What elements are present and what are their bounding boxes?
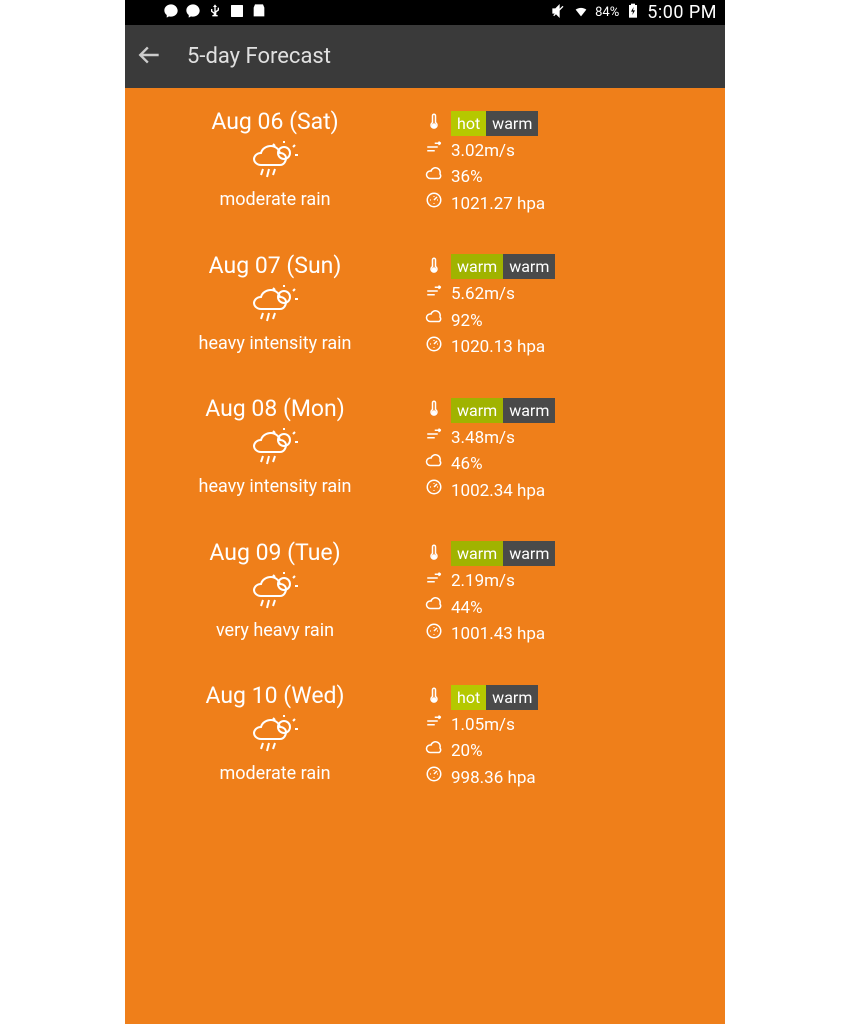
messenger-icon bbox=[163, 3, 179, 23]
temp-high-badge: warm bbox=[451, 254, 503, 279]
temp-low-badge: warm bbox=[503, 541, 555, 566]
pressure-icon bbox=[425, 335, 443, 362]
forecast-list: Aug 06 (Sat) moderate rain hotwarm 3.02m… bbox=[125, 88, 725, 816]
thermometer-icon bbox=[425, 684, 443, 710]
pressure-value: 998.36 hpa bbox=[451, 766, 536, 792]
pressure-icon bbox=[425, 191, 443, 218]
forecast-row: Aug 07 (Sun) heavy intensity rain warmwa… bbox=[125, 242, 725, 386]
temp-badges: warmwarm bbox=[451, 254, 555, 279]
thermometer-icon bbox=[425, 397, 443, 423]
pressure-value: 1021.27 hpa bbox=[451, 192, 545, 218]
thermometer-icon bbox=[425, 110, 443, 136]
wind-value: 3.48m/s bbox=[451, 426, 515, 452]
temp-badges: hotwarm bbox=[451, 111, 538, 136]
cloud-value: 92% bbox=[451, 309, 483, 335]
temp-high-badge: hot bbox=[451, 111, 486, 136]
cloud-value: 44% bbox=[451, 596, 483, 622]
page-title: 5-day Forecast bbox=[187, 44, 331, 69]
pressure-value: 1020.13 hpa bbox=[451, 335, 545, 361]
wifi-icon bbox=[573, 3, 589, 23]
wind-icon bbox=[425, 569, 443, 596]
app-bar: 5-day Forecast bbox=[125, 25, 725, 88]
rain-sun-icon bbox=[251, 428, 299, 472]
wind-icon bbox=[425, 138, 443, 165]
temp-high-badge: hot bbox=[451, 685, 486, 710]
wind-value: 2.19m/s bbox=[451, 569, 515, 595]
rain-sun-icon bbox=[251, 572, 299, 616]
rain-sun-icon bbox=[251, 285, 299, 329]
temp-high-badge: warm bbox=[451, 398, 503, 423]
cloud-icon bbox=[425, 739, 443, 766]
thermometer-icon bbox=[425, 254, 443, 280]
store-icon bbox=[251, 3, 267, 23]
cloud-icon bbox=[425, 595, 443, 622]
forecast-condition: moderate rain bbox=[219, 189, 330, 210]
forecast-date: Aug 07 (Sun) bbox=[209, 252, 342, 279]
wind-icon bbox=[425, 282, 443, 309]
messenger-icon bbox=[185, 3, 201, 23]
thermometer-icon bbox=[425, 541, 443, 567]
temp-low-badge: warm bbox=[486, 111, 538, 136]
wind-icon bbox=[425, 712, 443, 739]
temp-low-badge: warm bbox=[503, 398, 555, 423]
forecast-row: Aug 06 (Sat) moderate rain hotwarm 3.02m… bbox=[125, 98, 725, 242]
temp-low-badge: warm bbox=[503, 254, 555, 279]
picture-icon bbox=[229, 3, 245, 23]
wind-value: 3.02m/s bbox=[451, 139, 515, 165]
forecast-date: Aug 08 (Mon) bbox=[205, 395, 345, 422]
clock-text: 5:00 PM bbox=[647, 2, 717, 23]
pressure-icon bbox=[425, 765, 443, 792]
forecast-row: Aug 08 (Mon) heavy intensity rain warmwa… bbox=[125, 385, 725, 529]
cloud-value: 46% bbox=[451, 452, 483, 478]
back-button[interactable] bbox=[137, 42, 163, 72]
wind-icon bbox=[425, 425, 443, 452]
temp-badges: warmwarm bbox=[451, 541, 555, 566]
forecast-condition: heavy intensity rain bbox=[199, 333, 352, 354]
device-frame: 84% 5:00 PM 5-day Forecast Aug 06 (Sat) … bbox=[125, 0, 725, 1024]
battery-icon bbox=[625, 3, 641, 23]
status-bar: 84% 5:00 PM bbox=[125, 0, 725, 25]
wind-value: 1.05m/s bbox=[451, 713, 515, 739]
pressure-icon bbox=[425, 478, 443, 505]
forecast-date: Aug 09 (Tue) bbox=[209, 539, 340, 566]
usb-icon bbox=[207, 3, 223, 23]
cloud-icon bbox=[425, 165, 443, 192]
rain-sun-icon bbox=[251, 141, 299, 185]
pressure-icon bbox=[425, 622, 443, 649]
forecast-condition: very heavy rain bbox=[216, 620, 334, 641]
cloud-value: 36% bbox=[451, 165, 483, 191]
temp-badges: hotwarm bbox=[451, 685, 538, 710]
forecast-row: Aug 10 (Wed) moderate rain hotwarm 1.05m… bbox=[125, 672, 725, 816]
pressure-value: 1002.34 hpa bbox=[451, 479, 545, 505]
temp-badges: warmwarm bbox=[451, 398, 555, 423]
cloud-icon bbox=[425, 308, 443, 335]
cloud-value: 20% bbox=[451, 739, 483, 765]
forecast-condition: heavy intensity rain bbox=[199, 476, 352, 497]
cloud-icon bbox=[425, 452, 443, 479]
wind-value: 5.62m/s bbox=[451, 282, 515, 308]
pressure-value: 1001.43 hpa bbox=[451, 622, 545, 648]
mute-icon bbox=[551, 3, 567, 23]
battery-text: 84% bbox=[595, 5, 619, 20]
forecast-row: Aug 09 (Tue) very heavy rain warmwarm 2.… bbox=[125, 529, 725, 673]
forecast-date: Aug 06 (Sat) bbox=[211, 108, 338, 135]
temp-high-badge: warm bbox=[451, 541, 503, 566]
forecast-condition: moderate rain bbox=[219, 763, 330, 784]
forecast-date: Aug 10 (Wed) bbox=[205, 682, 344, 709]
temp-low-badge: warm bbox=[486, 685, 538, 710]
rain-sun-icon bbox=[251, 715, 299, 759]
